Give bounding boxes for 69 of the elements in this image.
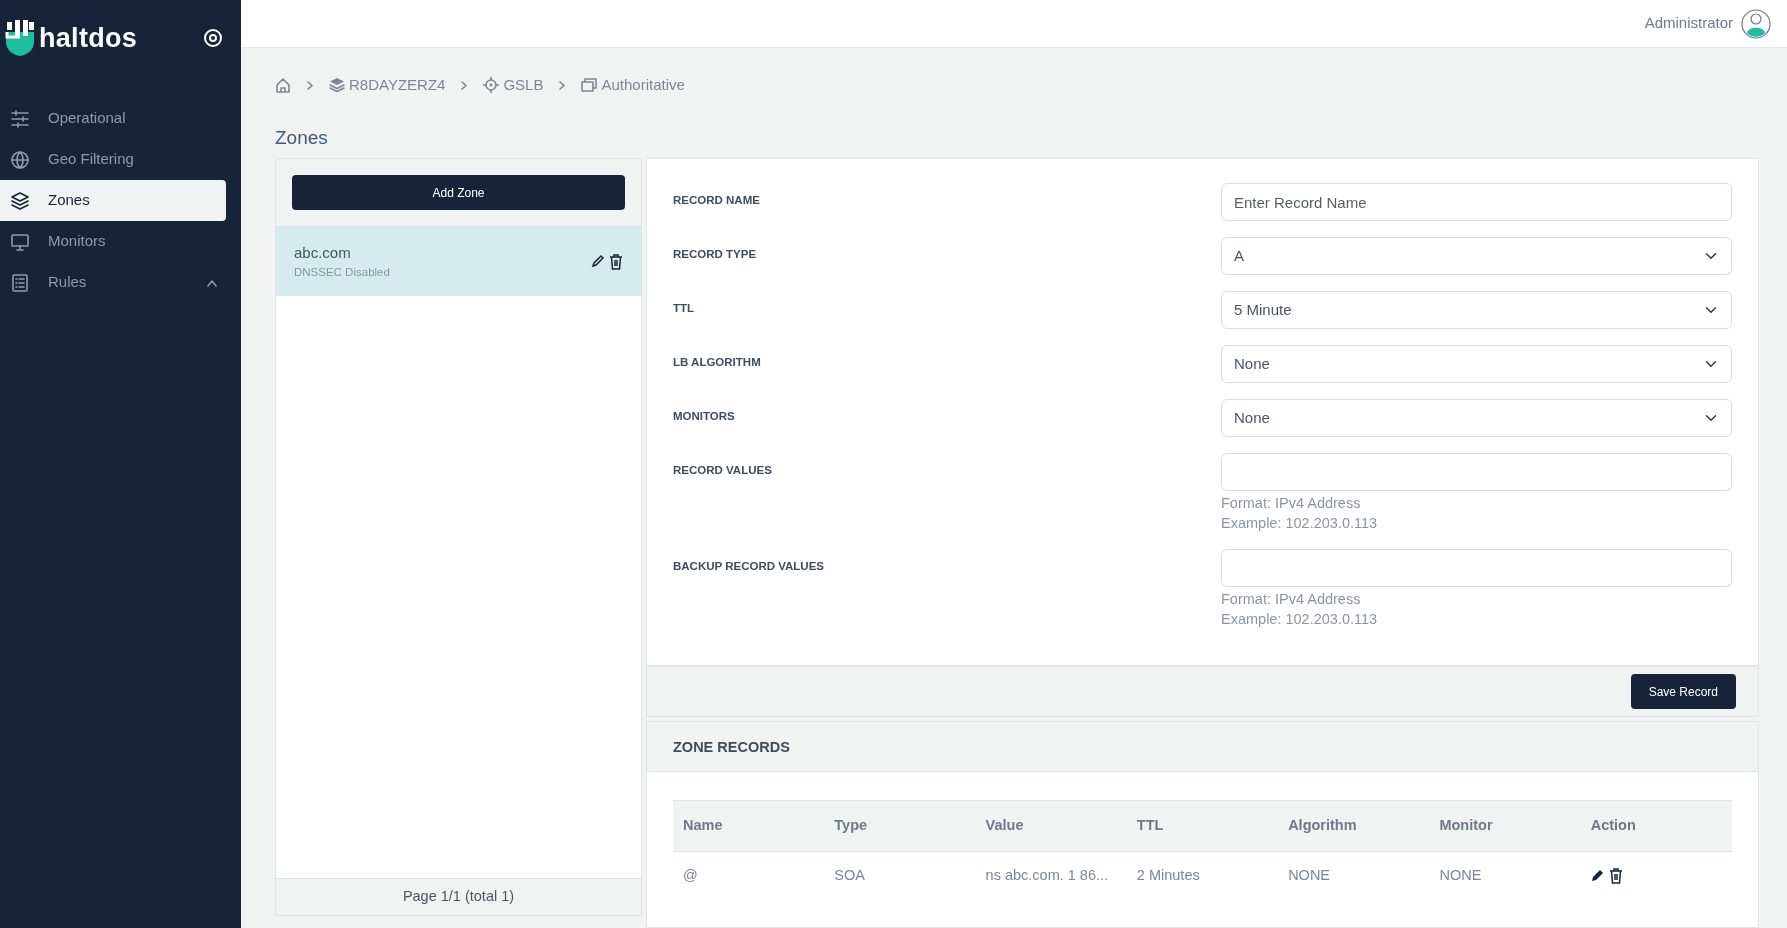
pencil-icon[interactable] [591, 253, 605, 268]
add-zone-button[interactable]: Add Zone [292, 175, 625, 210]
trash-icon[interactable] [609, 253, 623, 270]
column-header: Monitor [1429, 800, 1581, 852]
sidebar-item[interactable]: Zones [0, 180, 226, 221]
help-text: Format: IPv4 Address [1221, 494, 1362, 513]
table-cell: @ [673, 851, 825, 900]
column-header: Algorithm [1278, 800, 1430, 852]
chevron-right-icon [559, 80, 566, 90]
chevron-right-icon [461, 80, 468, 90]
target-icon[interactable] [203, 28, 223, 48]
trash-icon[interactable] [1608, 867, 1623, 884]
column-header: Name [673, 800, 825, 852]
avatar-icon[interactable] [1741, 8, 1771, 39]
zone-item[interactable]: abc.com DNSSEC Disabled [276, 227, 641, 296]
monitor-icon [10, 231, 30, 252]
layers-icon [10, 190, 30, 211]
layers-icon [329, 77, 345, 94]
help-text: Example: 102.203.0.113 [1221, 514, 1379, 533]
text-field[interactable] [1221, 453, 1732, 491]
select-field[interactable]: None [1221, 399, 1732, 437]
select-field[interactable]: 5 Minute [1221, 291, 1732, 329]
field-label: LB ALGORITHM [673, 355, 762, 370]
help-text: Example: 102.203.0.113 [1221, 610, 1379, 629]
user-name[interactable]: Administrator [1644, 12, 1733, 35]
home-icon[interactable] [275, 77, 291, 94]
save-record-button[interactable]: Save Record [1630, 674, 1736, 709]
pencil-icon[interactable] [1590, 867, 1605, 882]
column-header: TTL [1126, 800, 1279, 852]
section-title: ZONE RECORDS [673, 739, 790, 755]
globe-icon [10, 149, 30, 170]
table-cell: SOA [824, 851, 976, 900]
select-field[interactable]: None [1221, 345, 1732, 383]
text-field[interactable]: Enter Record Name [1221, 183, 1732, 221]
field-label: RECORD TYPE [673, 247, 758, 262]
sidebar-item[interactable]: Rules [0, 262, 226, 303]
field-label: TTL [673, 301, 696, 316]
pagination-text: Page 1/1 (total 1) [401, 887, 516, 907]
field-label: MONITORS [673, 409, 736, 424]
field-label: BACKUP RECORD VALUES [673, 559, 825, 574]
text-field[interactable] [1221, 549, 1732, 587]
chevron-right-icon [307, 80, 313, 90]
windows-icon [581, 77, 598, 94]
sidebar-item[interactable]: Geo Filtering [0, 139, 226, 180]
table-cell: NONE [1278, 851, 1430, 900]
zone-status: DNSSEC Disabled [294, 265, 390, 281]
field-label: RECORD VALUES [673, 463, 773, 478]
breadcrumb-link[interactable]: Authoritative [581, 74, 685, 97]
sliders-icon [10, 108, 30, 129]
table-cell: NONE [1429, 851, 1581, 900]
shield-logo-icon [5, 20, 35, 56]
column-header: Action [1580, 800, 1732, 852]
crosshair-icon [483, 77, 500, 94]
column-header: Type [824, 800, 976, 852]
help-text: Format: IPv4 Address [1221, 590, 1362, 609]
sidebar-item[interactable]: Operational [0, 98, 226, 139]
select-field[interactable]: A [1221, 237, 1732, 275]
column-header: Value [975, 800, 1127, 852]
logo-text: haltdos [39, 21, 138, 55]
table-cell: 2 Minutes [1126, 851, 1279, 900]
breadcrumb-link[interactable]: GSLB [483, 74, 544, 97]
table-cell: ns abc.com. 1 86... [975, 851, 1127, 900]
zone-name: abc.com [294, 242, 352, 263]
sidebar-item[interactable]: Monitors [0, 221, 226, 262]
list-icon [10, 272, 30, 293]
chevron-up-icon [206, 278, 218, 287]
page-title: Zones [275, 125, 329, 150]
breadcrumb-link[interactable]: R8DAYZERZ4 [329, 74, 446, 97]
field-label: RECORD NAME [673, 193, 761, 208]
